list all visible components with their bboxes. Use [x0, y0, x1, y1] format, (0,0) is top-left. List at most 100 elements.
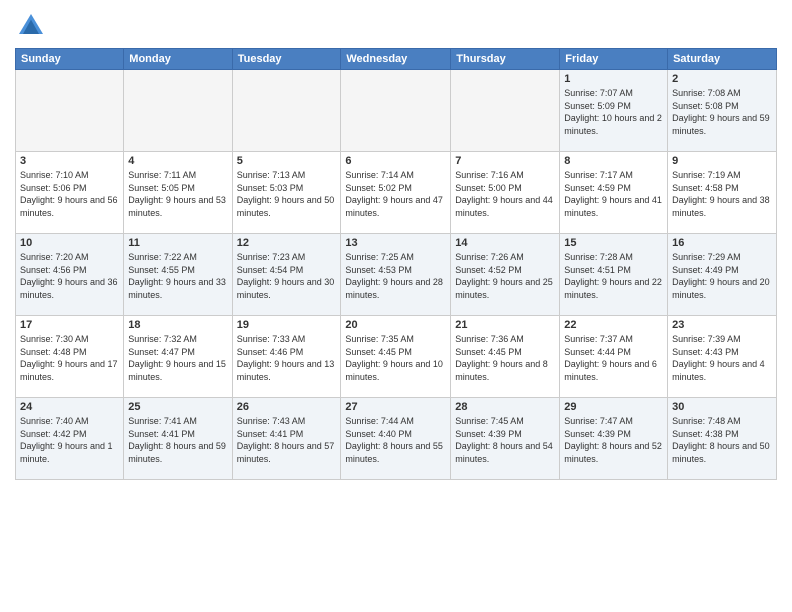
day-number: 16: [672, 237, 772, 249]
day-number: 24: [20, 401, 119, 413]
calendar-cell: 2 Sunrise: 7:08 AM Sunset: 5:08 PM Daylig…: [668, 70, 777, 152]
calendar-cell: 25 Sunrise: 7:41 AM Sunset: 4:41 PM Dayli…: [124, 398, 232, 480]
calendar-cell: [124, 70, 232, 152]
calendar-cell: 6 Sunrise: 7:14 AM Sunset: 5:02 PM Daylig…: [341, 152, 451, 234]
calendar-cell: 14 Sunrise: 7:26 AM Sunset: 4:52 PM Dayli…: [451, 234, 560, 316]
day-info: Sunrise: 7:26 AM Sunset: 4:52 PM Dayligh…: [455, 251, 555, 301]
day-number: 10: [20, 237, 119, 249]
day-number: 11: [128, 237, 227, 249]
day-info: Sunrise: 7:20 AM Sunset: 4:56 PM Dayligh…: [20, 251, 119, 301]
day-number: 12: [237, 237, 337, 249]
calendar-cell: 10 Sunrise: 7:20 AM Sunset: 4:56 PM Dayli…: [16, 234, 124, 316]
day-number: 13: [345, 237, 446, 249]
calendar-cell: [341, 70, 451, 152]
day-header-monday: Monday: [124, 49, 232, 70]
calendar-cell: 13 Sunrise: 7:25 AM Sunset: 4:53 PM Dayli…: [341, 234, 451, 316]
day-number: 7: [455, 155, 555, 167]
day-number: 17: [20, 319, 119, 331]
page-header: [15, 10, 777, 42]
day-info: Sunrise: 7:29 AM Sunset: 4:49 PM Dayligh…: [672, 251, 772, 301]
day-info: Sunrise: 7:11 AM Sunset: 5:05 PM Dayligh…: [128, 169, 227, 219]
day-number: 3: [20, 155, 119, 167]
day-info: Sunrise: 7:41 AM Sunset: 4:41 PM Dayligh…: [128, 415, 227, 465]
day-info: Sunrise: 7:48 AM Sunset: 4:38 PM Dayligh…: [672, 415, 772, 465]
day-info: Sunrise: 7:13 AM Sunset: 5:03 PM Dayligh…: [237, 169, 337, 219]
day-number: 6: [345, 155, 446, 167]
day-number: 9: [672, 155, 772, 167]
day-number: 4: [128, 155, 227, 167]
day-header-thursday: Thursday: [451, 49, 560, 70]
day-number: 18: [128, 319, 227, 331]
day-info: Sunrise: 7:30 AM Sunset: 4:48 PM Dayligh…: [20, 333, 119, 383]
day-number: 22: [564, 319, 663, 331]
day-number: 1: [564, 73, 663, 85]
day-info: Sunrise: 7:37 AM Sunset: 4:44 PM Dayligh…: [564, 333, 663, 383]
day-info: Sunrise: 7:45 AM Sunset: 4:39 PM Dayligh…: [455, 415, 555, 465]
day-number: 26: [237, 401, 337, 413]
day-info: Sunrise: 7:32 AM Sunset: 4:47 PM Dayligh…: [128, 333, 227, 383]
calendar-cell: [16, 70, 124, 152]
calendar-cell: 17 Sunrise: 7:30 AM Sunset: 4:48 PM Dayli…: [16, 316, 124, 398]
day-number: 20: [345, 319, 446, 331]
calendar-cell: 22 Sunrise: 7:37 AM Sunset: 4:44 PM Dayli…: [560, 316, 668, 398]
day-info: Sunrise: 7:35 AM Sunset: 4:45 PM Dayligh…: [345, 333, 446, 383]
day-number: 25: [128, 401, 227, 413]
day-info: Sunrise: 7:17 AM Sunset: 4:59 PM Dayligh…: [564, 169, 663, 219]
calendar-cell: 18 Sunrise: 7:32 AM Sunset: 4:47 PM Dayli…: [124, 316, 232, 398]
calendar-cell: 28 Sunrise: 7:45 AM Sunset: 4:39 PM Dayli…: [451, 398, 560, 480]
day-number: 23: [672, 319, 772, 331]
day-info: Sunrise: 7:25 AM Sunset: 4:53 PM Dayligh…: [345, 251, 446, 301]
day-info: Sunrise: 7:39 AM Sunset: 4:43 PM Dayligh…: [672, 333, 772, 383]
day-info: Sunrise: 7:33 AM Sunset: 4:46 PM Dayligh…: [237, 333, 337, 383]
calendar-cell: 11 Sunrise: 7:22 AM Sunset: 4:55 PM Dayli…: [124, 234, 232, 316]
day-header-sunday: Sunday: [16, 49, 124, 70]
calendar-cell: 26 Sunrise: 7:43 AM Sunset: 4:41 PM Dayli…: [232, 398, 341, 480]
day-info: Sunrise: 7:08 AM Sunset: 5:08 PM Dayligh…: [672, 87, 772, 137]
calendar-cell: 8 Sunrise: 7:17 AM Sunset: 4:59 PM Daylig…: [560, 152, 668, 234]
calendar-cell: 12 Sunrise: 7:23 AM Sunset: 4:54 PM Dayli…: [232, 234, 341, 316]
day-info: Sunrise: 7:14 AM Sunset: 5:02 PM Dayligh…: [345, 169, 446, 219]
calendar-cell: 20 Sunrise: 7:35 AM Sunset: 4:45 PM Dayli…: [341, 316, 451, 398]
calendar-cell: 16 Sunrise: 7:29 AM Sunset: 4:49 PM Dayli…: [668, 234, 777, 316]
calendar-cell: [232, 70, 341, 152]
day-info: Sunrise: 7:43 AM Sunset: 4:41 PM Dayligh…: [237, 415, 337, 465]
day-number: 21: [455, 319, 555, 331]
day-number: 30: [672, 401, 772, 413]
day-info: Sunrise: 7:07 AM Sunset: 5:09 PM Dayligh…: [564, 87, 663, 137]
day-number: 27: [345, 401, 446, 413]
day-number: 19: [237, 319, 337, 331]
day-header-tuesday: Tuesday: [232, 49, 341, 70]
calendar-cell: 29Sunrise: 7:47 AM Sunset: 4:39 PM Dayli…: [560, 398, 668, 480]
day-number: 28: [455, 401, 555, 413]
logo-icon: [15, 10, 47, 42]
day-info: Sunrise: 7:16 AM Sunset: 5:00 PM Dayligh…: [455, 169, 555, 219]
day-header-friday: Friday: [560, 49, 668, 70]
day-header-wednesday: Wednesday: [341, 49, 451, 70]
day-info: Sunrise: 7:22 AM Sunset: 4:55 PM Dayligh…: [128, 251, 227, 301]
calendar-cell: 9 Sunrise: 7:19 AM Sunset: 4:58 PM Daylig…: [668, 152, 777, 234]
calendar-cell: 19 Sunrise: 7:33 AM Sunset: 4:46 PM Dayli…: [232, 316, 341, 398]
calendar-cell: 15 Sunrise: 7:28 AM Sunset: 4:51 PM Dayli…: [560, 234, 668, 316]
calendar-cell: 1 Sunrise: 7:07 AM Sunset: 5:09 PM Daylig…: [560, 70, 668, 152]
calendar-cell: 5Sunrise: 7:13 AM Sunset: 5:03 PM Daylig…: [232, 152, 341, 234]
calendar-cell: 3 Sunrise: 7:10 AM Sunset: 5:06 PM Daylig…: [16, 152, 124, 234]
calendar-cell: [451, 70, 560, 152]
calendar-cell: 4 Sunrise: 7:11 AM Sunset: 5:05 PM Daylig…: [124, 152, 232, 234]
day-info: Sunrise: 7:10 AM Sunset: 5:06 PM Dayligh…: [20, 169, 119, 219]
day-number: 15: [564, 237, 663, 249]
day-info: Sunrise: 7:40 AM Sunset: 4:42 PM Dayligh…: [20, 415, 119, 465]
calendar-cell: 27 Sunrise: 7:44 AM Sunset: 4:40 PM Dayli…: [341, 398, 451, 480]
day-info: Sunrise: 7:23 AM Sunset: 4:54 PM Dayligh…: [237, 251, 337, 301]
calendar-cell: 30 Sunrise: 7:48 AM Sunset: 4:38 PM Dayli…: [668, 398, 777, 480]
day-info: Sunrise: 7:44 AM Sunset: 4:40 PM Dayligh…: [345, 415, 446, 465]
calendar-cell: 21Sunrise: 7:36 AM Sunset: 4:45 PM Dayli…: [451, 316, 560, 398]
calendar-cell: 24 Sunrise: 7:40 AM Sunset: 4:42 PM Dayli…: [16, 398, 124, 480]
day-info: Sunrise: 7:28 AM Sunset: 4:51 PM Dayligh…: [564, 251, 663, 301]
day-number: 14: [455, 237, 555, 249]
day-number: 8: [564, 155, 663, 167]
logo: [15, 10, 51, 42]
day-number: 2: [672, 73, 772, 85]
calendar: SundayMondayTuesdayWednesdayThursdayFrid…: [15, 48, 777, 480]
calendar-cell: 7 Sunrise: 7:16 AM Sunset: 5:00 PM Daylig…: [451, 152, 560, 234]
day-info: Sunrise: 7:19 AM Sunset: 4:58 PM Dayligh…: [672, 169, 772, 219]
